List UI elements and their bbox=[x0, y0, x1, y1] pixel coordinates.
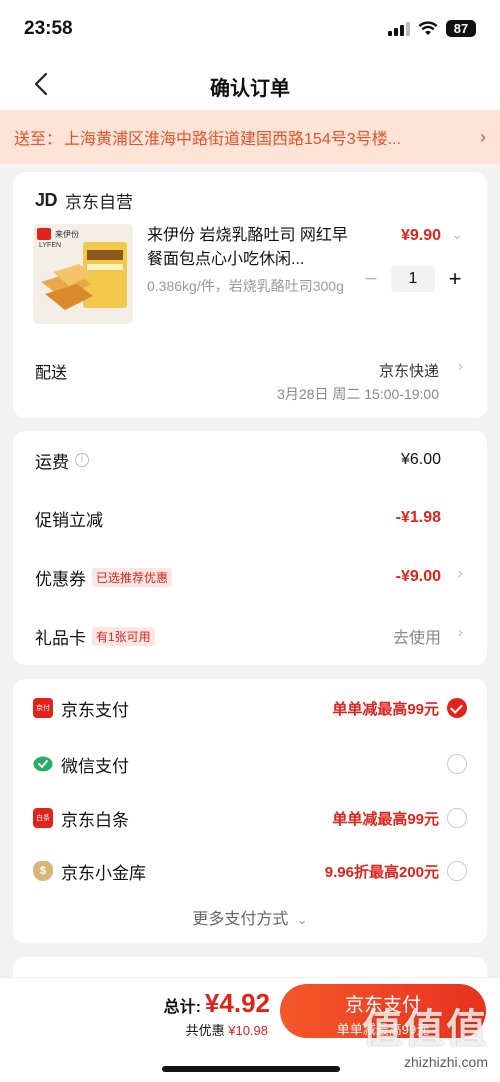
fee-label-wrap: 运费 i bbox=[35, 448, 89, 473]
fees-card: 运费 i ¥6.00 促销立减 -¥1.98 优惠券 已选推荐优惠 -¥9.00… bbox=[13, 431, 487, 665]
shop-name: 京东自营 bbox=[65, 193, 134, 212]
chevron-down-icon[interactable]: ⌄ bbox=[451, 226, 463, 243]
payment-radio[interactable] bbox=[447, 754, 467, 774]
discount-row: 共优惠 ¥10.98 bbox=[186, 1020, 268, 1039]
cellular-signal-icon bbox=[388, 21, 410, 36]
fee-row-promotion: 促销立减 -¥1.98 bbox=[13, 489, 487, 547]
jd-pay-icon: 京付 bbox=[33, 698, 53, 718]
fee-row-coupon[interactable]: 优惠券 已选推荐优惠 -¥9.00 › bbox=[13, 548, 487, 606]
decrease-quantity-button[interactable]: − bbox=[361, 266, 381, 292]
jd-pay-icon-text: 京付 bbox=[36, 705, 50, 712]
payment-option-xiaojinku[interactable]: $ 京东小金库 9.96折最高200元 bbox=[13, 844, 487, 898]
fee-row-gift-card[interactable]: 礼品卡 有1张可用 去使用 › bbox=[13, 607, 487, 665]
pay-button-label: 京东支付 bbox=[344, 995, 421, 1016]
wechat-pay-icon bbox=[33, 754, 53, 774]
quantity-stepper: − 1 + bbox=[361, 266, 465, 292]
fee-label: 运费 bbox=[35, 452, 69, 472]
fee-label-wrap: 优惠券 已选推荐优惠 bbox=[35, 565, 173, 590]
payment-promo: 单单减最高99元 bbox=[332, 700, 439, 718]
nav-bar: 确认订单 bbox=[0, 58, 500, 110]
status-bar: 23:58 87 bbox=[0, 0, 500, 58]
baitiao-icon-text: 白条 bbox=[36, 815, 50, 822]
payment-radio[interactable] bbox=[447, 861, 467, 881]
payment-radio-checked[interactable] bbox=[447, 698, 467, 718]
product-card: JD 京东自营 来伊份 LYFEN 来伊份 岩烧乳酪吐司 网红早餐面包点心小吃休… bbox=[13, 172, 487, 418]
chevron-down-icon: ⌄ bbox=[296, 912, 308, 927]
fee-label: 优惠券 bbox=[35, 569, 86, 589]
product-price: ¥9.90 bbox=[400, 227, 441, 244]
payment-option-wechat[interactable]: 微信支付 bbox=[13, 737, 487, 791]
payment-name: 京东白条 bbox=[61, 810, 129, 830]
address-prefix: 送至： bbox=[14, 131, 63, 148]
chevron-right-icon[interactable]: › bbox=[458, 358, 463, 376]
status-time: 23:58 bbox=[24, 18, 73, 39]
fee-value: -¥9.00 bbox=[395, 568, 441, 585]
delivery-label: 配送 bbox=[35, 365, 68, 382]
status-indicators: 87 bbox=[388, 20, 476, 37]
product-title[interactable]: 来伊份 岩烧乳酪吐司 网红早餐面包点心小吃休闲... bbox=[147, 224, 357, 272]
payment-promo: 9.96折最高200元 bbox=[324, 863, 439, 881]
fee-label: 促销立减 bbox=[35, 510, 103, 530]
total-row: 总计: ¥4.92 bbox=[164, 988, 270, 1019]
payment-promo: 单单减最高99元 bbox=[332, 810, 439, 828]
product-brand-mark: 来伊份 bbox=[55, 230, 79, 239]
quantity-input[interactable]: 1 bbox=[391, 266, 435, 292]
payment-name: 京东小金库 bbox=[61, 863, 146, 883]
total-amount: ¥4.92 bbox=[204, 988, 270, 1018]
product-image[interactable]: 来伊份 LYFEN bbox=[33, 224, 133, 324]
fee-value: -¥1.98 bbox=[395, 509, 441, 526]
payment-radio[interactable] bbox=[447, 808, 467, 828]
delivery-method[interactable]: 京东快递 bbox=[379, 360, 439, 381]
total-label: 总计: bbox=[163, 999, 201, 1016]
product-brand-mark-en: LYFEN bbox=[39, 242, 62, 249]
fee-label-wrap: 礼品卡 有1张可用 bbox=[35, 624, 155, 649]
info-icon[interactable]: i bbox=[75, 453, 89, 467]
page-title: 确认订单 bbox=[210, 78, 290, 100]
gift-card-tag: 有1张可用 bbox=[92, 626, 155, 646]
toast-product-illustration bbox=[33, 224, 133, 324]
delivery-time: 3月28日 周二 15:00-19:00 bbox=[277, 386, 439, 402]
baitiao-icon: 白条 bbox=[33, 808, 53, 828]
payment-name: 微信支付 bbox=[61, 756, 129, 776]
more-payment-methods[interactable]: 更多支付方式 ⌄ bbox=[13, 905, 487, 929]
wifi-icon bbox=[418, 21, 438, 35]
fee-value: 去使用 bbox=[392, 630, 441, 647]
discount-label: 共优惠 bbox=[185, 1023, 225, 1038]
address-text: 上海黄浦区淮海中路街道建国西路154号3号楼... bbox=[64, 131, 401, 148]
chevron-right-icon: › bbox=[457, 624, 463, 641]
shipping-address-bar[interactable]: 送至： 上海黄浦区淮海中路街道建国西路154号3号楼... › bbox=[0, 110, 500, 164]
payment-option-jd-pay[interactable]: 京付 京东支付 单单减最高99元 bbox=[13, 681, 487, 735]
payment-methods-card: 京付 京东支付 单单减最高99元 微信支付 白条 京东白条 单单减最高99元 $… bbox=[13, 679, 487, 943]
more-payment-label: 更多支付方式 bbox=[192, 911, 289, 928]
shop-header: JD 京东自营 bbox=[35, 188, 133, 213]
home-indicator bbox=[162, 1066, 340, 1072]
chevron-right-icon: › bbox=[457, 565, 463, 582]
product-spec: 0.386kg/件，岩烧乳酪吐司300g bbox=[147, 278, 344, 294]
increase-quantity-button[interactable]: + bbox=[445, 266, 465, 292]
pay-button[interactable]: 京东支付 单单减最高99元 bbox=[280, 984, 486, 1038]
chevron-right-icon: › bbox=[480, 126, 486, 147]
pay-button-sub: 单单减最高99元 bbox=[336, 1022, 430, 1037]
coupon-tag: 已选推荐优惠 bbox=[92, 567, 173, 587]
jd-logo: JD bbox=[35, 190, 58, 210]
payment-option-baitiao[interactable]: 白条 京东白条 单单减最高99元 bbox=[13, 791, 487, 845]
discount-amount: ¥10.98 bbox=[228, 1023, 268, 1038]
money-bag-icon: $ bbox=[33, 861, 53, 881]
fee-label: 礼品卡 bbox=[35, 628, 86, 648]
battery-indicator: 87 bbox=[446, 20, 476, 37]
fee-value: ¥6.00 bbox=[400, 451, 441, 468]
money-bag-icon-text: $ bbox=[39, 865, 47, 877]
payment-name: 京东支付 bbox=[61, 700, 129, 720]
fee-row-shipping: 运费 i ¥6.00 bbox=[13, 431, 487, 489]
